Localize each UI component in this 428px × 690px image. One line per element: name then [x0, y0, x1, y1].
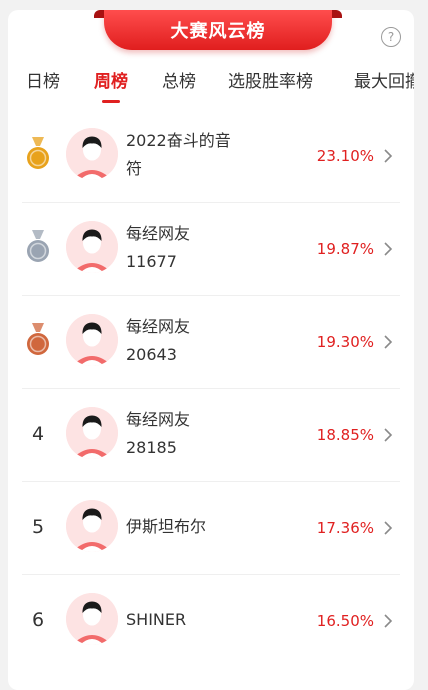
user-name-line1: 每经网友	[126, 410, 191, 429]
avatar	[66, 314, 118, 366]
user-name: SHINER	[126, 606, 254, 634]
user-name-line2: 11677	[126, 252, 177, 271]
user-name: 伊斯坦布尔	[126, 513, 254, 541]
chevron-right-icon[interactable]	[382, 241, 394, 257]
user-name: 每经网友 11677	[126, 220, 254, 276]
chevron-right-icon[interactable]	[382, 334, 394, 350]
leaderboard-title: 大赛风云榜	[104, 10, 332, 50]
user-name: 每经网友 28185	[126, 406, 254, 462]
return-percent: 18.85%	[316, 426, 374, 444]
user-name-line1: 每经网友	[126, 317, 191, 336]
tab-max-drawdown[interactable]: 最大回撤	[354, 67, 414, 107]
help-icon[interactable]: ?	[381, 27, 401, 47]
gold-medal-icon	[25, 137, 51, 171]
user-name-line2: 符	[126, 159, 143, 178]
avatar	[66, 593, 118, 645]
rank-number: 6	[31, 609, 45, 631]
tab-daily[interactable]: 日榜	[26, 67, 60, 107]
user-name-line2: 20643	[126, 345, 177, 364]
ranking-row[interactable]: 6 SHINER 16.50%	[8, 575, 414, 668]
tab-win-rate[interactable]: 选股胜率榜	[228, 67, 313, 107]
period-tabs: 日榜 周榜 总榜 选股胜率榜 最大回撤	[8, 67, 414, 107]
tab-weekly[interactable]: 周榜	[94, 67, 128, 107]
return-percent: 16.50%	[316, 612, 374, 630]
ranking-row[interactable]: 每经网友 20643 19.30%	[8, 296, 414, 389]
avatar	[66, 221, 118, 273]
ranking-row[interactable]: 每经网友 11677 19.87%	[8, 203, 414, 296]
silver-medal-icon	[25, 230, 51, 264]
tab-total[interactable]: 总榜	[162, 67, 196, 107]
user-name-line1: 每经网友	[126, 224, 191, 243]
avatar	[66, 500, 118, 552]
bronze-medal-icon	[25, 323, 51, 357]
avatar	[66, 407, 118, 459]
chevron-right-icon[interactable]	[382, 427, 394, 443]
tab-label: 选股胜率榜	[228, 72, 313, 92]
return-percent: 19.87%	[316, 240, 374, 258]
rank-number: 5	[31, 516, 45, 538]
tab-label: 最大回撤	[354, 72, 414, 92]
user-name-line1: SHINER	[126, 610, 187, 629]
ranking-row[interactable]: 4 每经网友 28185 18.85%	[8, 389, 414, 482]
ranking-row[interactable]: 2022奋斗的音符 23.10%	[8, 110, 414, 203]
user-name: 每经网友 20643	[126, 313, 254, 369]
avatar	[66, 128, 118, 180]
tab-label: 总榜	[162, 72, 196, 92]
chevron-right-icon[interactable]	[382, 613, 394, 629]
leaderboard-card: 大赛风云榜 ? 日榜 周榜 总榜 选股胜率榜 最大回撤 2022奋斗的音符 23.…	[8, 10, 414, 690]
ranking-row[interactable]: 5 伊斯坦布尔 17.36%	[8, 482, 414, 575]
return-percent: 19.30%	[316, 333, 374, 351]
user-name-line2: 28185	[126, 438, 177, 457]
user-name-line1: 伊斯坦布尔	[126, 517, 207, 536]
return-percent: 17.36%	[316, 519, 374, 537]
return-percent: 23.10%	[316, 147, 374, 165]
tab-label: 日榜	[26, 72, 60, 92]
user-name-line1: 2022奋斗的音	[126, 131, 231, 150]
chevron-right-icon[interactable]	[382, 520, 394, 536]
chevron-right-icon[interactable]	[382, 148, 394, 164]
user-name: 2022奋斗的音符	[126, 127, 254, 183]
tab-label: 周榜	[94, 72, 128, 92]
rank-number: 4	[31, 423, 45, 445]
active-tab-indicator	[102, 100, 120, 103]
